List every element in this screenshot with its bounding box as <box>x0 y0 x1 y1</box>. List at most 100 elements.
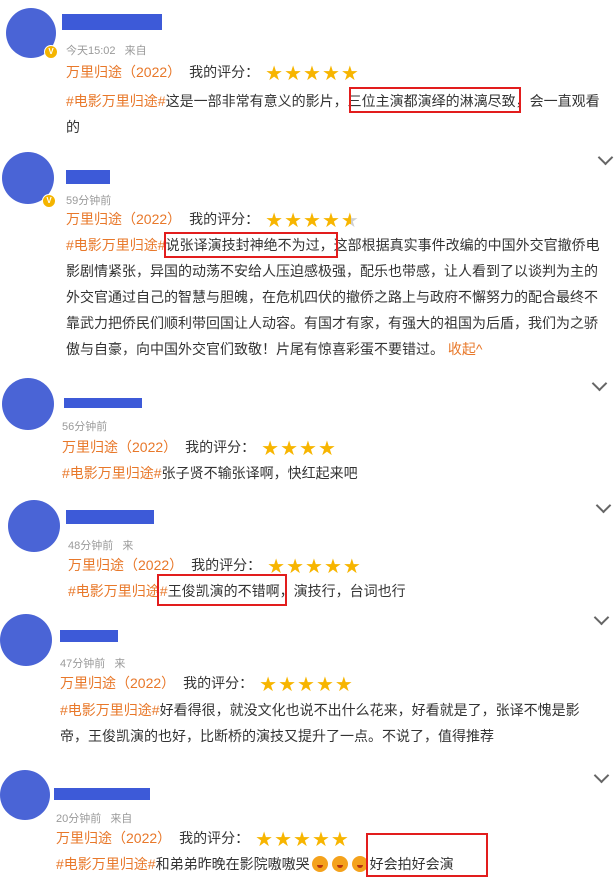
source-label: 来 <box>122 540 134 552</box>
comment-line: 和弟弟昨晚在影院嗷嗷哭 <box>155 856 310 872</box>
source-label: 来 <box>114 658 126 670</box>
rating-label: 我的评分： <box>191 557 262 573</box>
username-redacted[interactable] <box>62 14 162 30</box>
timestamp: 59分钟前 <box>66 195 112 207</box>
avatar[interactable] <box>0 770 50 820</box>
comment-line: 好看得很，就没文化也说不出什么花来，好看就是了，张译不愧是影 <box>159 702 580 718</box>
comment-time: 47分钟前 来 <box>60 655 125 671</box>
half-star-icon: ★ <box>340 210 359 232</box>
comment-text: #电影万里归途#张子贤不输张译啊，快红起来吧 <box>62 460 616 486</box>
avatar[interactable] <box>8 500 60 552</box>
comment-line: 傲与自豪，向中国外交官们致敬！片尾有惊喜彩蛋不要错过。 <box>66 341 444 357</box>
rating-label: 我的评分： <box>179 830 250 846</box>
rating-row: 万里归途（2022） 我的评分： ★★★★★ <box>56 829 350 850</box>
topic-tag[interactable]: #电影万里归途# <box>56 856 156 872</box>
star-icon: ★ <box>265 210 284 232</box>
star-icon: ★ <box>259 674 278 696</box>
star-icon: ★ <box>317 438 336 460</box>
movie-title[interactable]: 万里归途（2022） <box>68 557 183 573</box>
comment-time: 今天15:02 来自 <box>66 42 147 58</box>
comment-time: 56分钟前 <box>62 418 107 434</box>
comment-line: 外交官通过自己的智慧与胆魄，在危机四伏的撤侨之路上与政府不懈努力的配合最终不 <box>66 289 598 305</box>
comment-text: #电影万里归途#说张译演技封神绝不为过，这部根据真实事件改编的中国外交官撤侨电 … <box>66 232 616 362</box>
movie-title[interactable]: 万里归途（2022） <box>56 830 171 846</box>
star-icon: ★ <box>340 63 359 85</box>
chevron-down-icon[interactable] <box>593 767 610 784</box>
comment-text: #电影万里归途#这是一部非常有意义的影片，三位主演都演绎的淋漓尽致，会一直观看 … <box>66 88 616 140</box>
star-icon: ★ <box>297 674 315 696</box>
chevron-down-icon[interactable] <box>593 609 610 626</box>
rating-label: 我的评分： <box>183 675 254 691</box>
avatar[interactable] <box>0 614 52 666</box>
verified-badge-icon: V <box>44 45 58 59</box>
star-rating: ★★★★★ <box>265 211 360 231</box>
movie-title[interactable]: 万里归途（2022） <box>62 439 177 455</box>
star-icon: ★ <box>274 829 293 851</box>
star-rating: ★★★★★ <box>259 675 354 695</box>
star-icon: ★ <box>303 210 321 232</box>
rating-row: 万里归途（2022） 我的评分： ★★★★★ <box>60 674 354 695</box>
topic-tag[interactable]: #电影万里归途# <box>68 583 168 599</box>
comment-line: 张子贤不输张译啊，快红起来吧 <box>161 465 358 481</box>
star-icon: ★ <box>299 438 317 460</box>
collapse-button[interactable]: 收起^ <box>448 341 483 357</box>
source-label: 来自 <box>110 813 133 825</box>
highlight-box <box>366 833 488 877</box>
username-redacted[interactable] <box>66 170 110 184</box>
star-icon: ★ <box>315 674 334 696</box>
chevron-down-icon[interactable] <box>595 497 612 514</box>
comment-line: 影剧情紧张，异国的动荡不安给人压迫感极强，配乐也带感，让人看到了以谈判为主的 <box>66 263 598 279</box>
star-icon: ★ <box>261 438 280 460</box>
crying-emoji-icon <box>331 856 348 872</box>
star-icon: ★ <box>311 829 330 851</box>
star-icon: ★ <box>265 63 284 85</box>
star-icon: ★ <box>342 556 361 578</box>
timestamp: 20分钟前 <box>56 813 102 825</box>
comment-time: 20分钟前 来自 <box>56 810 132 826</box>
avatar[interactable] <box>2 378 54 430</box>
chevron-down-icon[interactable] <box>597 149 614 166</box>
username-redacted[interactable] <box>66 510 154 524</box>
highlight-box <box>157 574 287 606</box>
comment-time: 59分钟前 <box>66 192 111 208</box>
topic-tag[interactable]: #电影万里归途# <box>66 237 166 253</box>
comment-line: 靠武力把侨民们顺利带回国让人动容。有国才有家，有强大的祖国为后盾，我们为之骄 <box>66 315 598 331</box>
topic-tag[interactable]: #电影万里归途# <box>62 465 162 481</box>
timestamp: 56分钟前 <box>62 421 108 433</box>
rating-label: 我的评分： <box>189 64 260 80</box>
verified-badge-icon: V <box>42 194 56 208</box>
highlight-box <box>164 232 338 258</box>
timestamp: 48分钟前 <box>68 540 114 552</box>
comment-text: #电影万里归途#好看得很，就没文化也说不出什么花来，好看就是了，张译不愧是影 帝… <box>60 697 616 749</box>
star-icon: ★ <box>286 556 305 578</box>
highlight-box <box>349 87 521 113</box>
star-icon: ★ <box>278 674 297 696</box>
star-rating: ★★★★★ <box>265 64 360 84</box>
comment-text: #电影万里归途#王俊凯演的不错啊，演技行，台词也行 <box>68 578 616 604</box>
comment-text: #电影万里归途#和弟弟昨晚在影院嗷嗷哭 好会拍好会演 <box>56 851 616 877</box>
star-icon: ★ <box>255 829 274 851</box>
source-label: 来自 <box>124 45 147 57</box>
comment-line: 的 <box>66 119 80 135</box>
rating-row: 万里归途（2022） 我的评分： ★★★★★ <box>66 63 360 84</box>
username-redacted[interactable] <box>60 630 118 642</box>
username-redacted[interactable] <box>54 788 150 800</box>
chevron-down-icon[interactable] <box>591 375 608 392</box>
topic-tag[interactable]: #电影万里归途# <box>66 93 166 109</box>
movie-title[interactable]: 万里归途（2022） <box>66 211 181 227</box>
star-icon: ★ <box>280 438 299 460</box>
star-icon: ★ <box>305 556 323 578</box>
username-redacted[interactable] <box>64 398 142 408</box>
rating-row: 万里归途（2022） 我的评分： ★★★★ <box>62 438 337 459</box>
topic-tag[interactable]: #电影万里归途# <box>60 702 160 718</box>
star-icon: ★ <box>284 63 303 85</box>
rating-row: 万里归途（2022） 我的评分： ★★★★★ <box>66 210 360 231</box>
rating-label: 我的评分： <box>185 439 256 455</box>
movie-title[interactable]: 万里归途（2022） <box>60 675 175 691</box>
star-icon: ★ <box>323 556 342 578</box>
star-icon: ★ <box>321 210 340 232</box>
movie-title[interactable]: 万里归途（2022） <box>66 64 181 80</box>
star-icon: ★ <box>284 210 303 232</box>
crying-emoji-icon <box>311 856 328 872</box>
star-icon: ★ <box>321 63 340 85</box>
